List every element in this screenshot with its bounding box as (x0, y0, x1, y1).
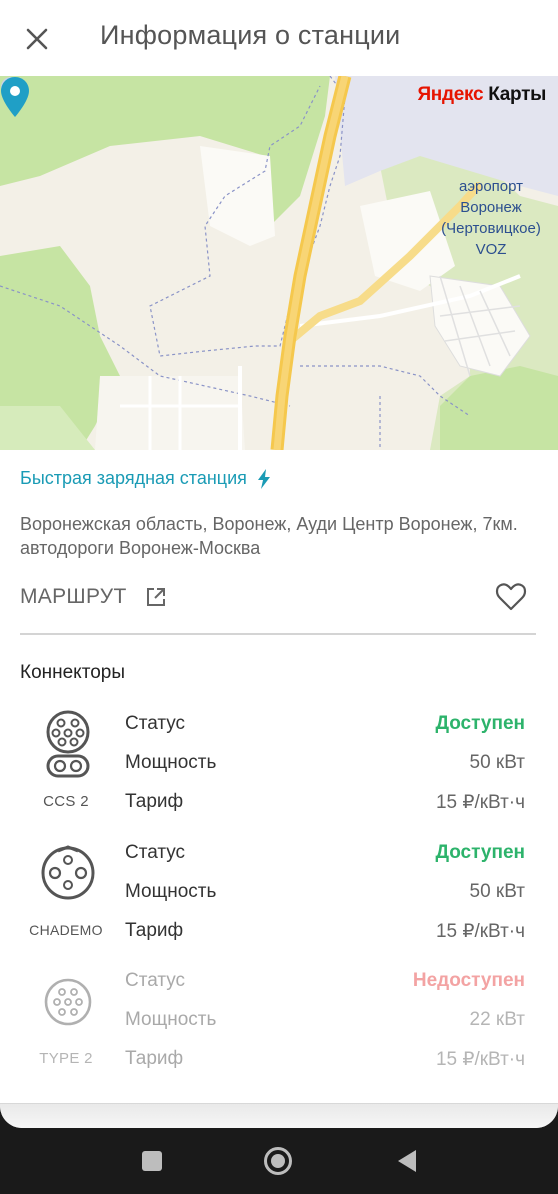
connector-item: CCS 2 Статус Доступен Мощность 50 кВт Та… (0, 704, 558, 824)
connector-status-row: Статус Недоступен (125, 970, 525, 996)
station-type-label: Быстрая зарядная станция (20, 468, 247, 488)
route-label: МАРШРУТ (20, 585, 127, 608)
circle-icon[interactable] (263, 1146, 293, 1176)
status-value: Недоступен (412, 970, 525, 991)
lightning-icon (257, 468, 270, 489)
status-label: Статус (125, 970, 186, 991)
tariff-value: 15 ₽/кВт·ч (435, 921, 525, 942)
tariff-label: Тариф (125, 791, 184, 812)
tariff-label: Тариф (125, 1048, 184, 1069)
tariff-value: 15 ₽/кВт·ч (435, 792, 525, 813)
connector-power-row: Мощность 50 кВт (125, 881, 525, 907)
airport-label-line: аэропорт (458, 178, 524, 195)
connector-status-row: Статус Доступен (125, 842, 525, 868)
external-link-icon (146, 588, 165, 606)
map-canvas (0, 76, 558, 450)
yandex-maps-logo[interactable]: Яндекс Карты (417, 84, 546, 106)
connector-power-row: Мощность 22 кВт (125, 1009, 525, 1035)
power-label: Мощность (125, 1009, 217, 1030)
power-value: 50 кВт (469, 881, 525, 902)
ccs2-connector-icon (36, 710, 100, 790)
power-label: Мощность (125, 752, 217, 773)
connector-tariff-row: Тариф 15 ₽/кВт·ч (125, 1048, 525, 1074)
connector-status-row: Статус Доступен (125, 713, 525, 739)
connector-item: TYPE 2 Статус Недоступен Мощность 22 кВт… (0, 961, 558, 1081)
connectors-heading: Коннекторы (20, 662, 125, 683)
heart-outline-icon (495, 583, 527, 611)
status-label: Статус (125, 842, 186, 863)
chademo-connector-icon (36, 845, 100, 925)
connector-tariff-row: Тариф 15 ₽/кВт·ч (125, 791, 525, 817)
connector-name: TYPE 2 (39, 1050, 93, 1067)
power-label: Мощность (125, 881, 217, 902)
status-value: Доступен (435, 842, 525, 863)
divider (20, 633, 536, 635)
connector-name: CCS 2 (43, 793, 89, 810)
airport-label-line: Воронеж (460, 199, 522, 216)
page-title: Информация о станции (100, 20, 401, 50)
station-map[interactable]: Яндекс Карты аэропорт Воронеж (Чертовицк… (0, 76, 558, 450)
tariff-label: Тариф (125, 920, 184, 941)
top-app-bar: Информация о станции (0, 0, 558, 76)
connector-tariff-row: Тариф 15 ₽/кВт·ч (125, 920, 525, 946)
status-label: Статус (125, 713, 186, 734)
connector-name: CHADEMO (29, 922, 103, 938)
logo-text-maps: Карты (483, 84, 546, 105)
favorite-button[interactable] (494, 580, 528, 614)
status-value: Доступен (435, 713, 525, 734)
triangle-back-icon[interactable] (396, 1148, 418, 1174)
power-value: 50 кВт (469, 752, 525, 773)
route-button[interactable]: МАРШРУТ (20, 585, 167, 609)
station-type: Быстрая зарядная станция (20, 468, 271, 489)
bottom-sheet-edge (0, 1103, 558, 1128)
connector-item: CHADEMO Статус Доступен Мощность 50 кВт … (0, 833, 558, 953)
station-location-pin-icon[interactable] (0, 76, 30, 118)
close-button[interactable] (18, 20, 56, 58)
system-navigation-bar (0, 1128, 558, 1194)
airport-label-line: (Чертовицкое) (441, 220, 541, 237)
airport-label: аэропорт Воронеж (Чертовицкое) VOZ (426, 176, 556, 260)
connector-power-row: Мощность 50 кВт (125, 752, 525, 778)
logo-text-yandex: Яндекс (417, 84, 484, 105)
station-address: Воронежская область, Воронеж, Ауди Центр… (20, 514, 518, 558)
square-icon[interactable] (141, 1150, 163, 1172)
airport-label-line: VOZ (475, 241, 507, 258)
close-icon (26, 28, 48, 50)
type2-connector-icon (36, 977, 100, 1057)
power-value: 22 кВт (469, 1009, 525, 1030)
station-info-screen: Информация о станции Яндекс Карты аэропо… (0, 0, 558, 1128)
tariff-value: 15 ₽/кВт·ч (435, 1049, 525, 1070)
